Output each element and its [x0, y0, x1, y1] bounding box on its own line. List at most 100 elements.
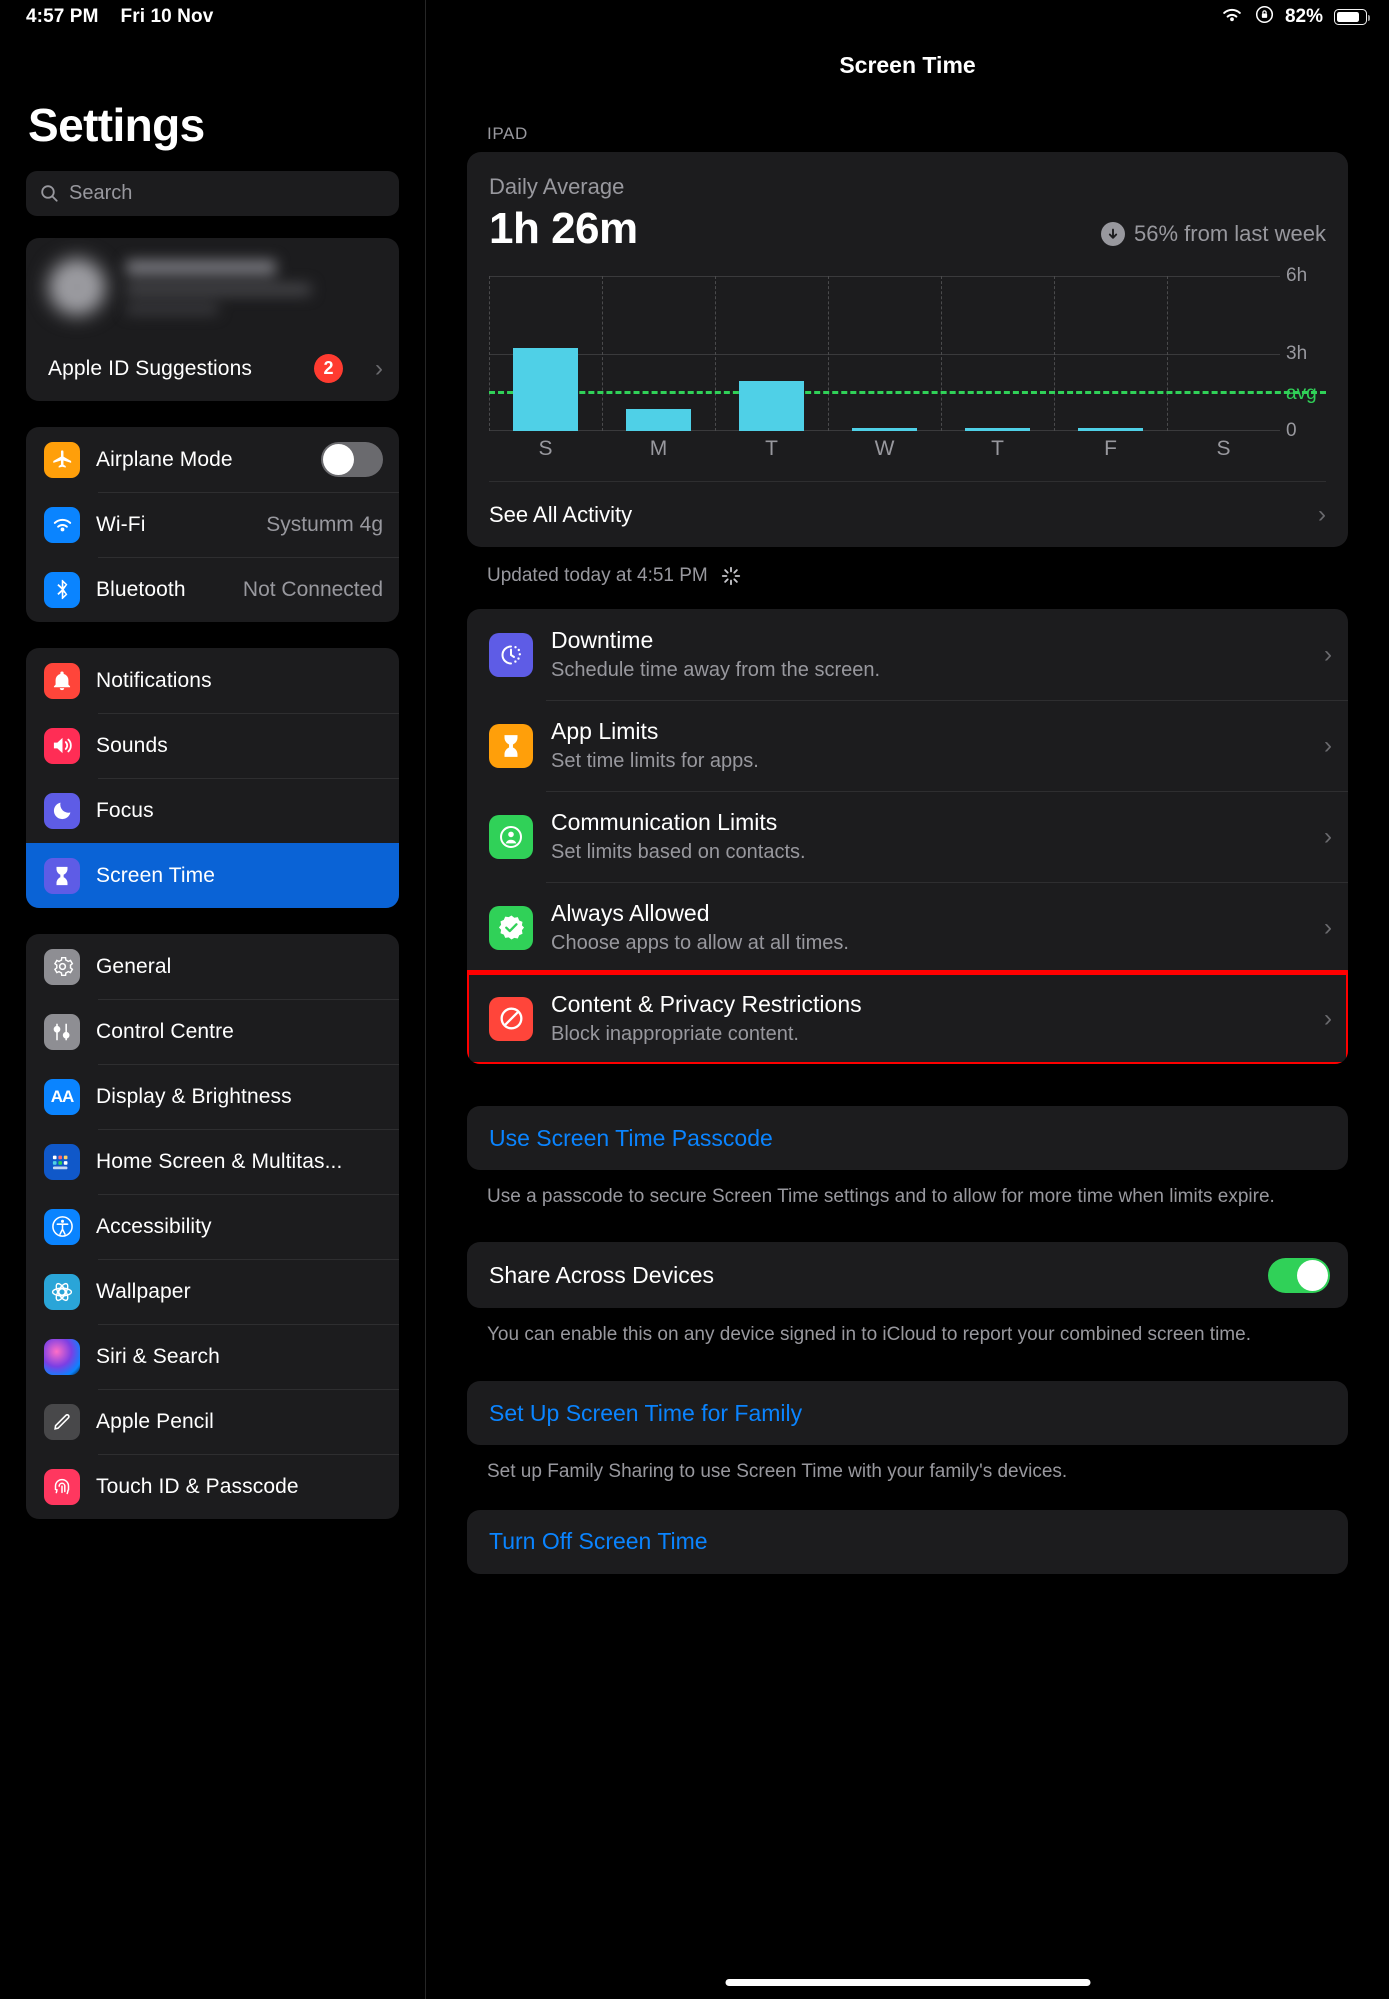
- feature-subtitle: Set time limits for apps.: [551, 750, 759, 772]
- status-date: Fri 10 Nov: [120, 6, 214, 27]
- feature-subtitle: Schedule time away from the screen.: [551, 659, 881, 681]
- sidebar-group-connectivity: Airplane Mode Wi-Fi Systumm 4g Bluetooth…: [26, 427, 399, 622]
- daily-average-card: Daily Average 1h 26m 56% from last week: [467, 152, 1348, 547]
- sidebar-item-display-brightness[interactable]: AA Display & Brightness: [26, 1064, 399, 1129]
- sidebar-item-label: Focus: [96, 798, 154, 822]
- airplane-icon: [44, 441, 80, 478]
- sidebar-item-screen-time[interactable]: Screen Time: [26, 843, 399, 908]
- daily-average-value: 1h 26m: [489, 204, 638, 253]
- feature-title: App Limits: [551, 718, 659, 744]
- sidebar-item-accessibility[interactable]: Accessibility: [26, 1194, 399, 1259]
- rotation-lock-icon: [1255, 5, 1274, 29]
- see-all-activity-row[interactable]: See All Activity ›: [489, 481, 1326, 547]
- sidebar-item-label: Notifications: [96, 668, 212, 692]
- sidebar-item-home-screen[interactable]: Home Screen & Multitas...: [26, 1129, 399, 1194]
- sidebar-item-siri-search[interactable]: Siri & Search: [26, 1324, 399, 1389]
- wifi-icon: [44, 506, 80, 543]
- chevron-right-icon: ›: [375, 354, 383, 382]
- communication-limits-icon: [489, 814, 533, 859]
- bar-tuesday: [738, 380, 805, 431]
- notifications-bell-icon: [44, 662, 80, 699]
- home-indicator: [725, 1979, 1090, 1986]
- turn-off-screen-time-button[interactable]: Turn Off Screen Time: [467, 1509, 1348, 1574]
- sidebar-item-apple-pencil[interactable]: Apple Pencil: [26, 1389, 399, 1454]
- sidebar-item-general[interactable]: General: [26, 934, 399, 999]
- chevron-right-icon: ›: [1324, 731, 1332, 759]
- search-input[interactable]: Search: [26, 171, 399, 216]
- share-across-devices-toggle[interactable]: [1268, 1257, 1330, 1293]
- feature-title: Communication Limits: [551, 809, 778, 835]
- page-title: Settings: [28, 99, 205, 151]
- home-screen-icon: [44, 1143, 80, 1180]
- weekly-usage-chart: 6h 3h avg 0: [489, 265, 1326, 441]
- status-bar: 4:57 PM Fri 10 Nov 82%: [0, 0, 1389, 34]
- y-tick-0: 0: [1286, 420, 1297, 441]
- sidebar-group-general: General Control Centre AA Display & Brig…: [26, 934, 399, 1519]
- sidebar-item-notifications[interactable]: Notifications: [26, 648, 399, 713]
- sidebar-item-apple-id-suggestions[interactable]: Apple ID Suggestions 2 ›: [26, 336, 399, 401]
- sidebar-item-sounds[interactable]: Sounds: [26, 713, 399, 778]
- wifi-network-value: Systumm 4g: [266, 512, 383, 536]
- screen-time-features-card: Downtime Schedule time away from the scr…: [467, 609, 1348, 1064]
- feature-text: Content & Privacy Restrictions Block ina…: [551, 991, 862, 1046]
- use-screen-time-passcode-label: Use Screen Time Passcode: [489, 1124, 773, 1151]
- sidebar-item-wifi[interactable]: Wi-Fi Systumm 4g: [26, 492, 399, 557]
- sidebar-item-label: General: [96, 954, 172, 978]
- apple-id-header[interactable]: [26, 238, 399, 336]
- feature-row-always-allowed[interactable]: Always Allowed Choose apps to allow at a…: [467, 882, 1348, 973]
- status-bar-left: 4:57 PM Fri 10 Nov: [26, 6, 213, 28]
- battery-icon: [1334, 9, 1371, 25]
- apple-id-redacted-text: [126, 260, 379, 314]
- bar-wednesday: [851, 427, 918, 431]
- content-privacy-block-icon: [489, 996, 533, 1041]
- updated-text: Updated today at 4:51 PM: [487, 565, 708, 586]
- chevron-right-icon: ›: [1324, 913, 1332, 941]
- sidebar-item-control-centre[interactable]: Control Centre: [26, 999, 399, 1064]
- feature-row-content-privacy-restrictions[interactable]: Content & Privacy Restrictions Block ina…: [467, 970, 1348, 1064]
- sidebar-item-label: Wi-Fi: [96, 512, 146, 536]
- arrow-down-circle-icon: [1101, 222, 1126, 246]
- battery-percent: 82%: [1284, 6, 1323, 27]
- bar-saturday: [1191, 428, 1257, 431]
- see-all-activity-label: See All Activity: [489, 501, 633, 527]
- feature-title: Always Allowed: [551, 900, 710, 926]
- sidebar-item-label: Accessibility: [96, 1214, 212, 1238]
- sidebar-item-wallpaper[interactable]: Wallpaper: [26, 1259, 399, 1324]
- control-centre-icon: [44, 1013, 80, 1050]
- chevron-right-icon: ›: [1324, 1004, 1332, 1032]
- chevron-right-icon: ›: [1324, 822, 1332, 850]
- sidebar-item-bluetooth[interactable]: Bluetooth Not Connected: [26, 557, 399, 622]
- apple-id-card[interactable]: Apple ID Suggestions 2 ›: [26, 238, 399, 401]
- sidebar-item-airplane-mode[interactable]: Airplane Mode: [26, 427, 399, 492]
- sidebar-item-label: Bluetooth: [96, 577, 186, 601]
- feature-subtitle: Set limits based on contacts.: [551, 841, 806, 863]
- sidebar-item-label: Airplane Mode: [96, 447, 233, 471]
- use-screen-time-passcode-button[interactable]: Use Screen Time Passcode: [467, 1106, 1348, 1170]
- settings-sidebar: Settings Search Apple ID Suggestions 2 ›: [0, 0, 426, 1999]
- share-footnote: You can enable this on any device signed…: [487, 1324, 1251, 1346]
- sidebar-item-label: Apple Pencil: [96, 1409, 214, 1433]
- feature-subtitle: Block inappropriate content.: [551, 1023, 799, 1045]
- bar-thursday: [964, 427, 1031, 431]
- feature-row-app-limits[interactable]: App Limits Set time limits for apps. ›: [467, 700, 1348, 791]
- daily-average-row: 1h 26m 56% from last week: [489, 204, 1326, 254]
- x-tick-label: T: [765, 437, 778, 460]
- apple-pencil-icon: [44, 1403, 80, 1440]
- feature-row-communication-limits[interactable]: Communication Limits Set limits based on…: [467, 791, 1348, 882]
- feature-text: Communication Limits Set limits based on…: [551, 809, 806, 864]
- chart-plot-area: [489, 276, 1326, 431]
- set-up-screen-time-for-family-button[interactable]: Set Up Screen Time for Family: [467, 1381, 1348, 1446]
- search-placeholder: Search: [69, 182, 133, 204]
- airplane-mode-toggle[interactable]: [321, 442, 383, 477]
- feature-row-downtime[interactable]: Downtime Schedule time away from the scr…: [467, 609, 1348, 700]
- downtime-icon: [489, 632, 533, 677]
- sidebar-item-focus[interactable]: Focus: [26, 778, 399, 843]
- wallpaper-icon: [44, 1273, 80, 1310]
- general-gear-icon: [44, 948, 80, 985]
- ipad-settings-screen: 4:57 PM Fri 10 Nov 82% Settings Search A…: [0, 0, 1389, 1999]
- search-icon: [40, 184, 59, 203]
- bar-sunday: [512, 348, 579, 431]
- sidebar-item-touch-id-passcode[interactable]: Touch ID & Passcode: [26, 1454, 399, 1519]
- bar-friday: [1077, 427, 1144, 431]
- share-across-devices-row[interactable]: Share Across Devices: [467, 1242, 1348, 1309]
